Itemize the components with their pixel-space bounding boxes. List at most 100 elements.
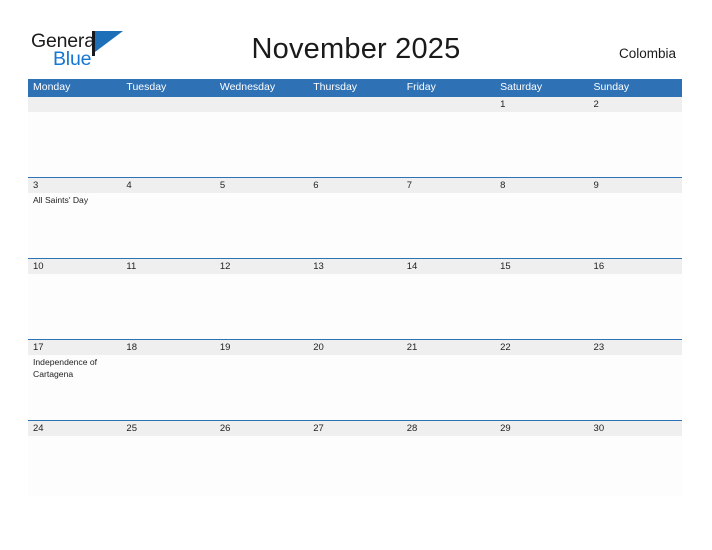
day-number: 22 (500, 342, 511, 353)
day-cell-15[interactable]: 15 (495, 259, 588, 274)
events-for-day-30 (589, 436, 682, 438)
events-band (28, 274, 682, 276)
day-number: 29 (500, 423, 511, 434)
country-label: Colombia (618, 46, 676, 61)
day-cell-25[interactable]: 25 (121, 421, 214, 436)
day-cell-29[interactable]: 29 (495, 421, 588, 436)
weekday-header-sunday: Sunday (593, 81, 630, 93)
date-number-band: 10 11 12 13 14 15 16 (28, 258, 682, 274)
weeks-container: 1 2 3 4 5 6 7 8 9 All Saints' Day 10 11 12 13 14 15 16 17… (28, 96, 682, 496)
events-for-day-18 (121, 355, 214, 380)
day-cell-7[interactable]: 7 (402, 178, 495, 193)
weekday-header-row: Monday Tuesday Wednesday Thursday Friday Satu… (28, 79, 682, 96)
events-for-day-22 (495, 355, 588, 380)
day-number: 12 (219, 261, 231, 272)
day-cell-13[interactable]: 13 (308, 259, 401, 274)
events-for-day-15 (495, 274, 588, 276)
day-cell-empty (308, 97, 401, 112)
day-number: 19 (219, 342, 231, 353)
day-cell-empty (121, 97, 214, 112)
page-title: November 2025 (251, 33, 461, 65)
week-row: 3 4 5 6 7 8 9 All Saints' Day (28, 177, 682, 258)
day-number: 17 (33, 342, 44, 353)
day-cell-23[interactable]: 23 (589, 340, 682, 355)
events-for-day-13 (308, 274, 401, 276)
day-cell-16[interactable]: 16 (589, 259, 682, 274)
day-cell-27[interactable]: 27 (308, 421, 401, 436)
events-for-day-24 (28, 436, 121, 438)
day-number: 26 (219, 423, 231, 434)
calendar-page: General Blue November 2025 Colombia Mond… (0, 0, 712, 550)
events-band: All Saints' Day (28, 193, 682, 207)
date-number-band: 12 (28, 96, 682, 112)
events-for-day-12 (215, 274, 308, 276)
day-cell-22[interactable]: 22 (495, 340, 588, 355)
day-number: 5 (219, 180, 226, 191)
events-for-day-20 (308, 355, 401, 380)
day-number: 9 (593, 180, 599, 191)
day-number: 11 (126, 261, 137, 272)
holiday-label: All Saints' Day (33, 195, 89, 205)
weekday-header-wednesday: Wednesday (219, 81, 276, 93)
events-for-day-1 (495, 112, 588, 114)
events-for-day-19 (215, 355, 308, 380)
day-cell-2[interactable]: 2 (589, 97, 682, 112)
day-number: 14 (406, 261, 418, 272)
day-number: 20 (313, 342, 324, 353)
day-cell-1[interactable]: 1 (495, 97, 588, 112)
week-row: 17 18 19 20 21 22 23 Independence of Cartagena (28, 339, 682, 420)
events-for-day-21 (402, 355, 495, 380)
day-number: 27 (313, 423, 324, 434)
events-for-day-10 (28, 274, 121, 276)
week-row: 12 (28, 96, 682, 177)
day-cell-20[interactable]: 20 (308, 340, 401, 355)
week-row: 24 25 26 27 28 29 30 (28, 420, 682, 496)
day-cell-30[interactable]: 30 (589, 421, 682, 436)
events-for-day-2 (589, 112, 682, 114)
weekday-header-saturday: Saturday (500, 81, 543, 93)
events-for-day-23 (589, 355, 682, 380)
events-for-day-14 (402, 274, 495, 276)
day-cell-3[interactable]: 3 (28, 178, 121, 193)
day-cell-19[interactable]: 19 (215, 340, 308, 355)
events-empty (28, 112, 121, 114)
events-band (28, 436, 682, 438)
day-cell-8[interactable]: 8 (495, 178, 588, 193)
events-empty (215, 112, 308, 114)
events-for-day-4 (121, 193, 214, 207)
day-cell-11[interactable]: 11 (121, 259, 214, 274)
events-for-day-25 (121, 436, 214, 438)
events-for-day-3: All Saints' Day (28, 193, 121, 207)
events-for-day-26 (215, 436, 308, 438)
day-cell-12[interactable]: 12 (215, 259, 308, 274)
day-cell-4[interactable]: 4 (121, 178, 214, 193)
day-cell-empty (215, 97, 308, 112)
day-cell-17[interactable]: 17 (28, 340, 121, 355)
day-cell-5[interactable]: 5 (215, 178, 308, 193)
date-number-band: 24 25 26 27 28 29 30 (28, 420, 682, 436)
events-for-day-27 (308, 436, 401, 438)
day-cell-21[interactable]: 21 (402, 340, 495, 355)
day-number: 3 (33, 180, 39, 191)
day-cell-14[interactable]: 14 (402, 259, 495, 274)
day-cell-28[interactable]: 28 (402, 421, 495, 436)
day-number: 30 (593, 423, 605, 434)
events-band (28, 112, 682, 114)
day-cell-9[interactable]: 9 (589, 178, 682, 193)
day-number: 24 (33, 423, 44, 434)
day-cell-26[interactable]: 26 (215, 421, 308, 436)
day-cell-18[interactable]: 18 (121, 340, 214, 355)
day-cell-24[interactable]: 24 (28, 421, 121, 436)
weekday-header-thursday: Thursday (313, 81, 358, 93)
events-for-day-11 (121, 274, 214, 276)
day-number: 21 (406, 342, 418, 353)
weekday-header-friday: Friday (406, 81, 436, 93)
events-for-day-5 (215, 193, 308, 207)
day-cell-10[interactable]: 10 (28, 259, 121, 274)
events-for-day-9 (589, 193, 682, 207)
day-cell-6[interactable]: 6 (308, 178, 401, 193)
date-number-band: 3 4 5 6 7 8 9 (28, 177, 682, 193)
day-number: 4 (126, 180, 132, 191)
events-band: Independence of Cartagena (28, 355, 682, 380)
day-number: 16 (593, 261, 605, 272)
